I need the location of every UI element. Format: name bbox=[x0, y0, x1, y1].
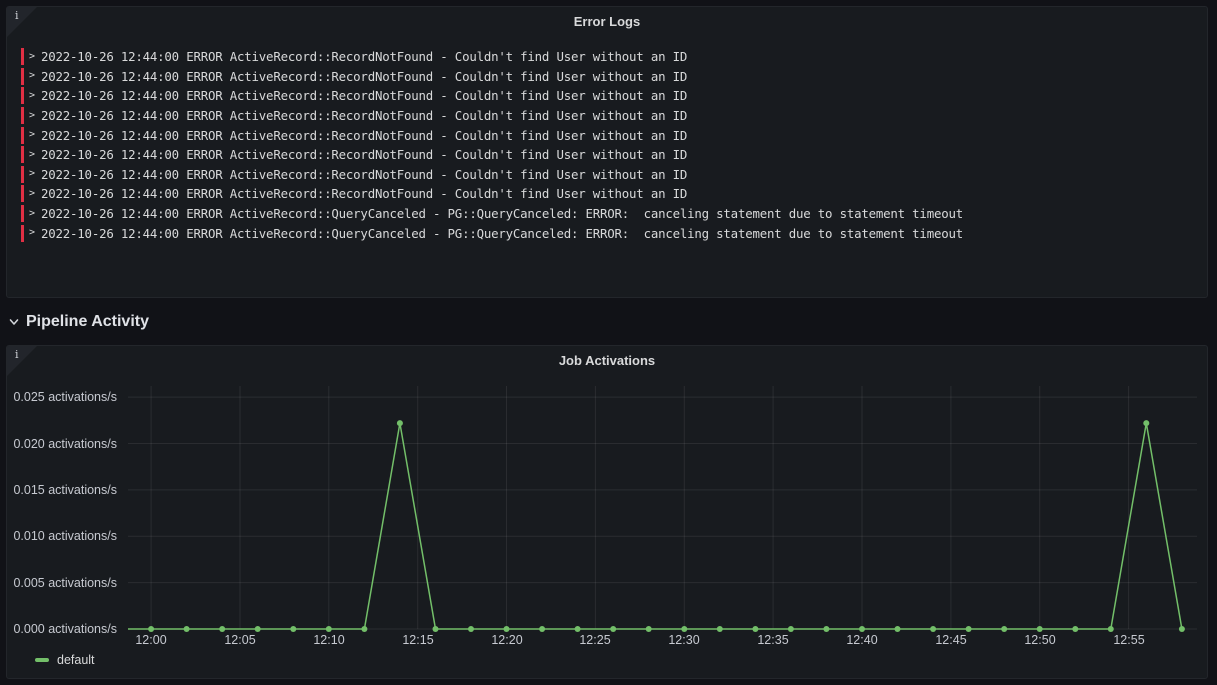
row-header-pipeline-activity[interactable]: Pipeline Activity bbox=[8, 309, 149, 335]
data-point[interactable] bbox=[1072, 626, 1078, 632]
chevron-down-icon bbox=[8, 316, 20, 328]
log-row[interactable]: >2022-10-26 12:44:00 ERROR ActiveRecord:… bbox=[21, 67, 1197, 87]
log-level-bar bbox=[21, 146, 24, 163]
series-line bbox=[128, 423, 1182, 629]
data-point[interactable] bbox=[930, 626, 936, 632]
y-axis-tick-label: 0.015 activations/s bbox=[13, 482, 117, 498]
log-row[interactable]: >2022-10-26 12:44:00 ERROR ActiveRecord:… bbox=[21, 223, 1197, 243]
data-point[interactable] bbox=[468, 626, 474, 632]
y-axis-tick-label: 0.020 activations/s bbox=[13, 436, 117, 452]
data-point[interactable] bbox=[1037, 626, 1043, 632]
data-point[interactable] bbox=[966, 626, 972, 632]
log-level-bar bbox=[21, 107, 24, 124]
data-point[interactable] bbox=[539, 626, 545, 632]
log-expand-icon[interactable]: > bbox=[29, 228, 41, 238]
line-chart[interactable] bbox=[128, 386, 1197, 636]
data-point[interactable] bbox=[290, 626, 296, 632]
log-expand-icon[interactable]: > bbox=[29, 150, 41, 160]
log-row[interactable]: >2022-10-26 12:44:00 ERROR ActiveRecord:… bbox=[21, 106, 1197, 126]
y-axis-tick-label: 0.005 activations/s bbox=[13, 575, 117, 591]
log-level-bar bbox=[21, 48, 24, 65]
log-message: 2022-10-26 12:44:00 ERROR ActiveRecord::… bbox=[41, 49, 687, 64]
log-message: 2022-10-26 12:44:00 ERROR ActiveRecord::… bbox=[41, 206, 963, 221]
log-level-bar bbox=[21, 68, 24, 85]
log-row[interactable]: >2022-10-26 12:44:00 ERROR ActiveRecord:… bbox=[21, 145, 1197, 165]
log-level-bar bbox=[21, 127, 24, 144]
data-point[interactable] bbox=[433, 626, 439, 632]
data-point[interactable] bbox=[361, 626, 367, 632]
data-point[interactable] bbox=[717, 626, 723, 632]
legend-item-default[interactable]: default bbox=[35, 653, 95, 667]
y-axis-tick-label: 0.000 activations/s bbox=[13, 621, 117, 637]
data-point[interactable] bbox=[1179, 626, 1185, 632]
data-point[interactable] bbox=[1108, 626, 1114, 632]
dashboard: i Error Logs >2022-10-26 12:44:00 ERROR … bbox=[0, 0, 1217, 685]
y-axis-tick-label: 0.010 activations/s bbox=[13, 528, 117, 544]
log-message: 2022-10-26 12:44:00 ERROR ActiveRecord::… bbox=[41, 226, 963, 241]
log-list: >2022-10-26 12:44:00 ERROR ActiveRecord:… bbox=[21, 47, 1197, 243]
log-message: 2022-10-26 12:44:00 ERROR ActiveRecord::… bbox=[41, 69, 687, 84]
data-point[interactable] bbox=[255, 626, 261, 632]
data-point[interactable] bbox=[1001, 626, 1007, 632]
log-message: 2022-10-26 12:44:00 ERROR ActiveRecord::… bbox=[41, 128, 687, 143]
log-level-bar bbox=[21, 225, 24, 242]
job-activations-panel-title[interactable]: Job Activations bbox=[7, 346, 1207, 376]
error-logs-panel-title[interactable]: Error Logs bbox=[7, 7, 1207, 37]
log-level-bar bbox=[21, 185, 24, 202]
log-level-bar bbox=[21, 166, 24, 183]
data-point[interactable] bbox=[610, 626, 616, 632]
log-expand-icon[interactable]: > bbox=[29, 111, 41, 121]
series-color-swatch bbox=[35, 658, 49, 662]
data-point[interactable] bbox=[219, 626, 225, 632]
data-point[interactable] bbox=[895, 626, 901, 632]
log-expand-icon[interactable]: > bbox=[29, 189, 41, 199]
log-message: 2022-10-26 12:44:00 ERROR ActiveRecord::… bbox=[41, 88, 687, 103]
error-logs-panel: i Error Logs >2022-10-26 12:44:00 ERROR … bbox=[6, 6, 1208, 298]
log-expand-icon[interactable]: > bbox=[29, 130, 41, 140]
log-row[interactable]: >2022-10-26 12:44:00 ERROR ActiveRecord:… bbox=[21, 204, 1197, 224]
log-message: 2022-10-26 12:44:00 ERROR ActiveRecord::… bbox=[41, 108, 687, 123]
data-point[interactable] bbox=[752, 626, 758, 632]
data-point[interactable] bbox=[823, 626, 829, 632]
log-expand-icon[interactable]: > bbox=[29, 209, 41, 219]
log-row[interactable]: >2022-10-26 12:44:00 ERROR ActiveRecord:… bbox=[21, 125, 1197, 145]
data-point[interactable] bbox=[397, 420, 403, 426]
data-point[interactable] bbox=[681, 626, 687, 632]
data-point[interactable] bbox=[1143, 420, 1149, 426]
log-message: 2022-10-26 12:44:00 ERROR ActiveRecord::… bbox=[41, 186, 687, 201]
data-point[interactable] bbox=[859, 626, 865, 632]
log-expand-icon[interactable]: > bbox=[29, 169, 41, 179]
log-row[interactable]: >2022-10-26 12:44:00 ERROR ActiveRecord:… bbox=[21, 86, 1197, 106]
data-point[interactable] bbox=[788, 626, 794, 632]
log-row[interactable]: >2022-10-26 12:44:00 ERROR ActiveRecord:… bbox=[21, 184, 1197, 204]
log-expand-icon[interactable]: > bbox=[29, 91, 41, 101]
data-point[interactable] bbox=[184, 626, 190, 632]
data-point[interactable] bbox=[504, 626, 510, 632]
log-row[interactable]: >2022-10-26 12:44:00 ERROR ActiveRecord:… bbox=[21, 47, 1197, 67]
log-expand-icon[interactable]: > bbox=[29, 71, 41, 81]
log-expand-icon[interactable]: > bbox=[29, 52, 41, 62]
data-point[interactable] bbox=[646, 626, 652, 632]
series-legend-label: default bbox=[57, 653, 95, 667]
job-activations-panel: i Job Activations 0.000 activations/s0.0… bbox=[6, 345, 1208, 679]
data-point[interactable] bbox=[326, 626, 332, 632]
data-point[interactable] bbox=[148, 626, 154, 632]
log-message: 2022-10-26 12:44:00 ERROR ActiveRecord::… bbox=[41, 167, 687, 182]
log-level-bar bbox=[21, 205, 24, 222]
log-row[interactable]: >2022-10-26 12:44:00 ERROR ActiveRecord:… bbox=[21, 165, 1197, 185]
log-message: 2022-10-26 12:44:00 ERROR ActiveRecord::… bbox=[41, 147, 687, 162]
y-axis-tick-label: 0.025 activations/s bbox=[13, 389, 117, 405]
log-level-bar bbox=[21, 87, 24, 104]
row-title: Pipeline Activity bbox=[26, 313, 149, 331]
data-point[interactable] bbox=[575, 626, 581, 632]
